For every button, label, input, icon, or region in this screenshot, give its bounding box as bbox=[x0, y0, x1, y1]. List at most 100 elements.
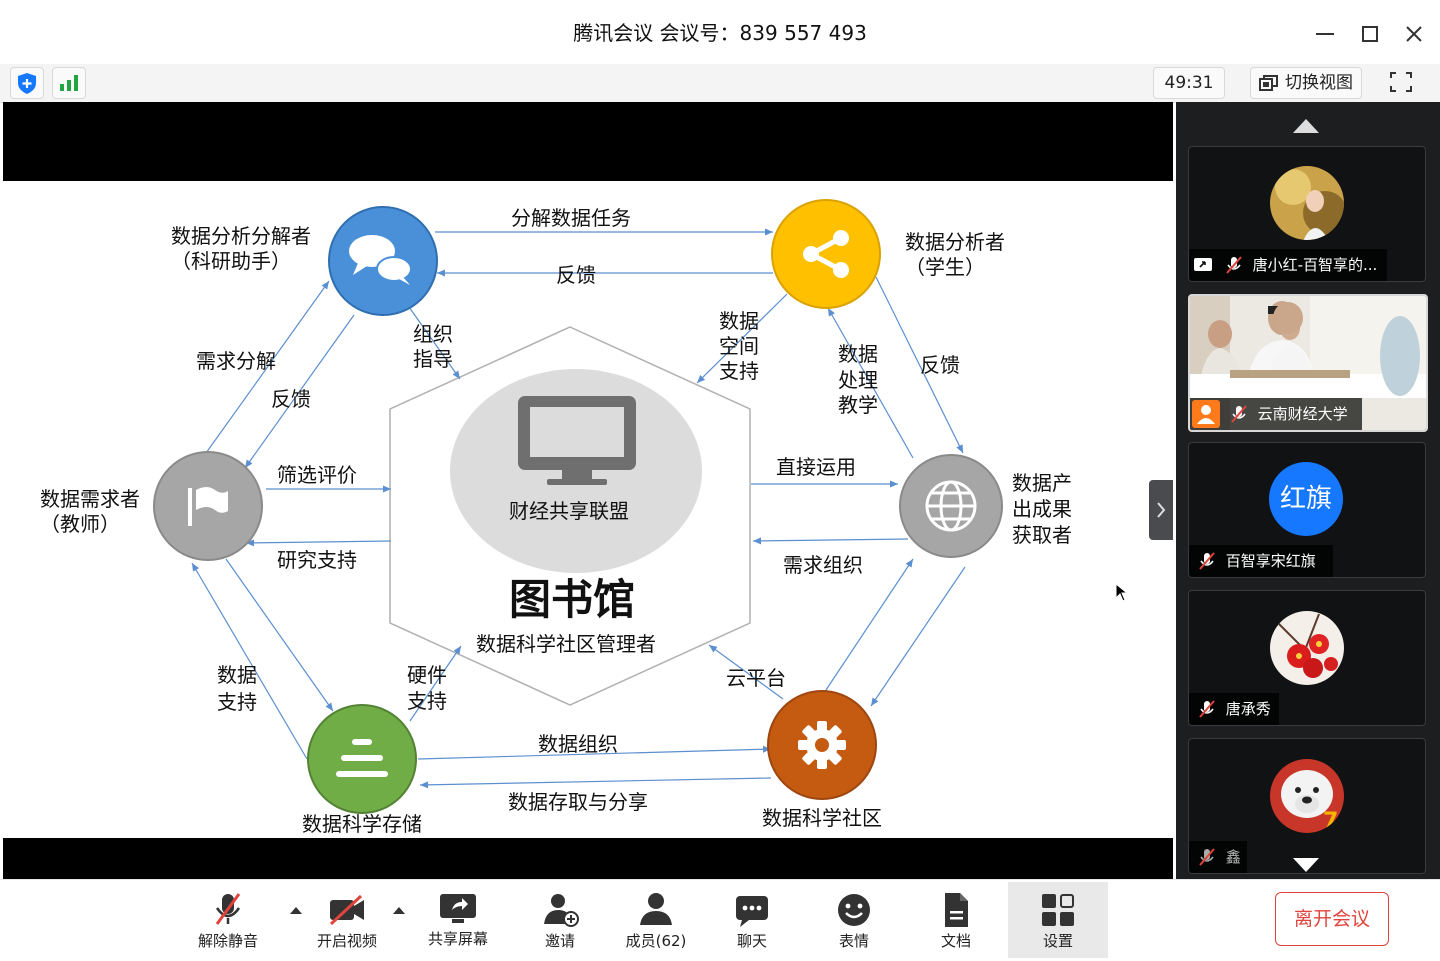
mic-muted-icon bbox=[215, 893, 241, 925]
mic-muted-icon bbox=[1226, 256, 1242, 274]
edge-feedback-top: 反馈 bbox=[556, 263, 596, 287]
edge-direct-use: 直接运用 bbox=[776, 455, 856, 479]
participant-name: 唐承秀 bbox=[1225, 700, 1271, 718]
hub-inner-label: 财经共享联盟 bbox=[509, 499, 629, 523]
node-producer-line3: 获取者 bbox=[1012, 523, 1072, 547]
participant-name: 云南财经大学 bbox=[1257, 405, 1348, 423]
maximize-icon[interactable] bbox=[1356, 20, 1384, 48]
edge-data-access-share: 数据存取与分享 bbox=[508, 790, 648, 814]
chevron-right-icon bbox=[1157, 502, 1166, 518]
hub-title: 图书馆 bbox=[509, 575, 636, 624]
smiley-icon bbox=[838, 894, 870, 926]
participant-namebar: 鑫 bbox=[1189, 841, 1247, 873]
participant-name: 唐小红-百智享的... bbox=[1252, 256, 1378, 274]
edge-data-support-line2: 支持 bbox=[217, 690, 257, 714]
participant-tile[interactable]: 70 鑫 bbox=[1188, 738, 1426, 874]
hub-subtitle: 数据科学社区管理者 bbox=[476, 632, 656, 656]
edge-org-guide-line2: 指导 bbox=[413, 347, 453, 371]
participant-tile[interactable]: 唐承秀 bbox=[1188, 590, 1426, 726]
avatar bbox=[1270, 166, 1344, 240]
share-screen-label: 共享屏幕 bbox=[427, 930, 488, 948]
start-video-button[interactable]: 开启视频 bbox=[302, 882, 392, 958]
host-icon bbox=[1192, 400, 1220, 428]
switch-view-icon bbox=[1259, 75, 1278, 91]
node-demander-line2: （教师） bbox=[40, 512, 120, 536]
close-icon[interactable] bbox=[1400, 20, 1428, 48]
share-screen-icon bbox=[440, 894, 476, 923]
edge-decompose-task: 分解数据任务 bbox=[511, 206, 631, 230]
mic-muted-icon bbox=[1199, 848, 1215, 866]
node-analyst-decomposer-line1: 数据分析分解者 bbox=[171, 224, 311, 248]
participant-tile[interactable]: 云南财经大学 bbox=[1188, 294, 1428, 432]
invite-user-icon bbox=[544, 894, 579, 927]
participant-namebar: 百智享宋红旗 bbox=[1189, 545, 1333, 577]
edge-space-support-line2: 空间 bbox=[719, 334, 759, 358]
settings-grid-icon bbox=[1042, 894, 1074, 926]
security-shield-icon[interactable] bbox=[10, 67, 44, 99]
settings-label: 设置 bbox=[1042, 932, 1073, 950]
fullscreen-icon[interactable] bbox=[1385, 67, 1417, 97]
node-demander-line1: 数据需求者 bbox=[40, 487, 140, 511]
members-label: 成员(62) bbox=[625, 932, 687, 950]
participant-name: 百智享宋红旗 bbox=[1225, 552, 1316, 570]
invite-button[interactable]: 邀请 bbox=[515, 882, 605, 958]
mic-muted-icon bbox=[1199, 552, 1215, 570]
switch-view-label: 切换视图 bbox=[1285, 73, 1353, 93]
node-yellow-circle bbox=[771, 199, 881, 309]
video-off-icon bbox=[329, 894, 364, 926]
scroll-down-icon[interactable] bbox=[1291, 856, 1321, 874]
edge-demand-org: 需求组织 bbox=[783, 553, 863, 577]
docs-label: 文档 bbox=[940, 932, 971, 950]
edge-space-support-line1: 数据 bbox=[719, 309, 759, 333]
edge-cloud-platform: 云平台 bbox=[726, 666, 786, 690]
gear-icon bbox=[798, 721, 846, 769]
scroll-up-icon[interactable] bbox=[1291, 117, 1321, 135]
edge-hardware-support-line2: 支持 bbox=[407, 689, 447, 713]
avatar bbox=[1270, 611, 1344, 685]
minimize-icon[interactable] bbox=[1311, 20, 1339, 48]
edge-org-guide-line1: 组织 bbox=[413, 322, 453, 346]
invite-label: 邀请 bbox=[544, 932, 575, 950]
docs-button[interactable]: 文档 bbox=[911, 882, 1001, 958]
settings-button[interactable]: 设置 bbox=[1008, 882, 1108, 958]
mouse-cursor-icon bbox=[1115, 583, 1129, 602]
participant-namebar: 唐承秀 bbox=[1189, 693, 1279, 725]
svg-text:70: 70 bbox=[1323, 809, 1345, 834]
unmute-button[interactable]: 解除静音 bbox=[183, 882, 273, 958]
node-producer-line1: 数据产 bbox=[1012, 471, 1072, 495]
members-icon bbox=[640, 893, 672, 925]
participant-tile[interactable]: 红旗 百智享宋红旗 bbox=[1188, 442, 1426, 578]
participant-namebar: 云南财经大学 bbox=[1190, 398, 1362, 430]
node-community-label: 数据科学社区 bbox=[762, 806, 882, 830]
edge-process-teach-line1: 数据 bbox=[838, 342, 878, 366]
node-storage-label: 数据科学存储 bbox=[302, 812, 422, 836]
avatar: 红旗 bbox=[1269, 462, 1343, 536]
emoji-button[interactable]: 表情 bbox=[809, 882, 899, 958]
edge-space-support-line3: 支持 bbox=[719, 359, 759, 383]
unmute-label: 解除静音 bbox=[197, 932, 258, 950]
start-video-label: 开启视频 bbox=[316, 932, 377, 950]
edge-process-teach-line2: 处理 bbox=[838, 368, 878, 392]
collapse-sidebar-handle[interactable] bbox=[1149, 480, 1173, 540]
participant-tile[interactable]: 唐小红-百智享的... bbox=[1188, 146, 1426, 282]
members-button[interactable]: 成员(62) bbox=[611, 882, 701, 958]
edge-feedback-right: 反馈 bbox=[920, 353, 960, 377]
edge-feedback-left: 反馈 bbox=[271, 387, 311, 411]
edge-data-support-line1: 数据 bbox=[217, 663, 257, 687]
node-analyst-decomposer-line2: （科研助手） bbox=[171, 249, 291, 273]
node-analyst-line2: （学生） bbox=[905, 255, 985, 279]
edge-hardware-support-line1: 硬件 bbox=[407, 663, 447, 687]
signal-strength-icon[interactable] bbox=[52, 67, 86, 99]
switch-view-button[interactable]: 切换视图 bbox=[1250, 67, 1362, 99]
share-screen-button[interactable]: 共享屏幕 bbox=[413, 882, 503, 958]
edge-process-teach-line3: 教学 bbox=[838, 393, 878, 417]
chat-button[interactable]: 聊天 bbox=[707, 882, 797, 958]
participant-namebar: 唐小红-百智享的... bbox=[1189, 249, 1387, 281]
video-options-chevron-icon[interactable] bbox=[391, 904, 407, 916]
leave-meeting-button[interactable]: 离开会议 bbox=[1275, 892, 1389, 946]
mic-muted-icon bbox=[1199, 700, 1215, 718]
shared-slide: 财经共享联盟 图书馆 数据科学社区管理者 数据分析分解者 （科研助手） 数据分析… bbox=[3, 181, 1173, 838]
edge-data-org: 数据组织 bbox=[538, 732, 618, 756]
document-icon bbox=[945, 893, 968, 927]
meeting-timer: 49:31 bbox=[1153, 67, 1225, 99]
